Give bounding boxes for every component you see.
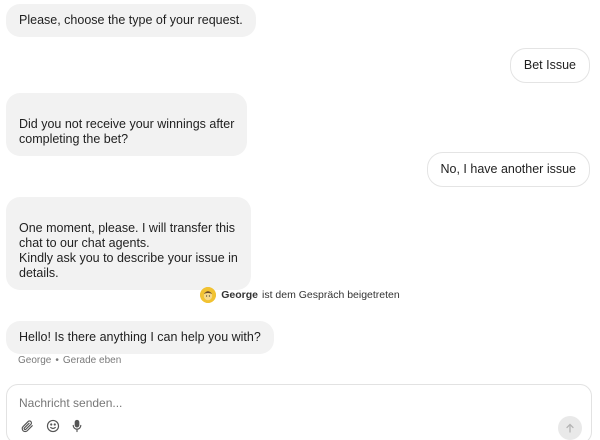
message-bot: One moment, please. I will transfer this… (6, 197, 251, 290)
agent-name: George (221, 289, 258, 301)
send-button[interactable] (558, 416, 582, 440)
message-meta: George • Gerade eben (18, 355, 121, 366)
message-text: Did you not receive your winnings after … (19, 117, 235, 146)
meta-separator: • (55, 355, 59, 366)
microphone-icon[interactable] (69, 418, 85, 434)
emoji-icon[interactable] (45, 418, 61, 434)
send-arrow-icon (566, 423, 574, 433)
meta-time: Gerade eben (62, 355, 122, 366)
message-text: Please, choose the type of your request. (19, 13, 243, 27)
message-text: No, I have another issue (440, 162, 577, 176)
paperclip-icon[interactable] (19, 418, 35, 434)
join-text: ist dem Gespräch beigetreten (262, 289, 400, 301)
message-composer (6, 384, 592, 440)
meta-author: George (18, 355, 52, 366)
message-text: One moment, please. I will transfer this… (19, 221, 238, 280)
message-bot: Did you not receive your winnings after … (6, 93, 248, 156)
message-user: Bet Issue (509, 48, 590, 83)
message-text: Hello! Is there anything I can help you … (19, 330, 261, 344)
message-text: Bet Issue (523, 58, 576, 72)
message-input[interactable] (19, 393, 539, 413)
message-bot: Please, choose the type of your request. (6, 4, 256, 37)
message-user: No, I have another issue (426, 152, 590, 187)
agent-avatar-icon (200, 287, 217, 303)
agent-joined-notice: George ist dem Gespräch beigetreten (0, 287, 600, 303)
message-agent: Hello! Is there anything I can help you … (6, 321, 274, 354)
